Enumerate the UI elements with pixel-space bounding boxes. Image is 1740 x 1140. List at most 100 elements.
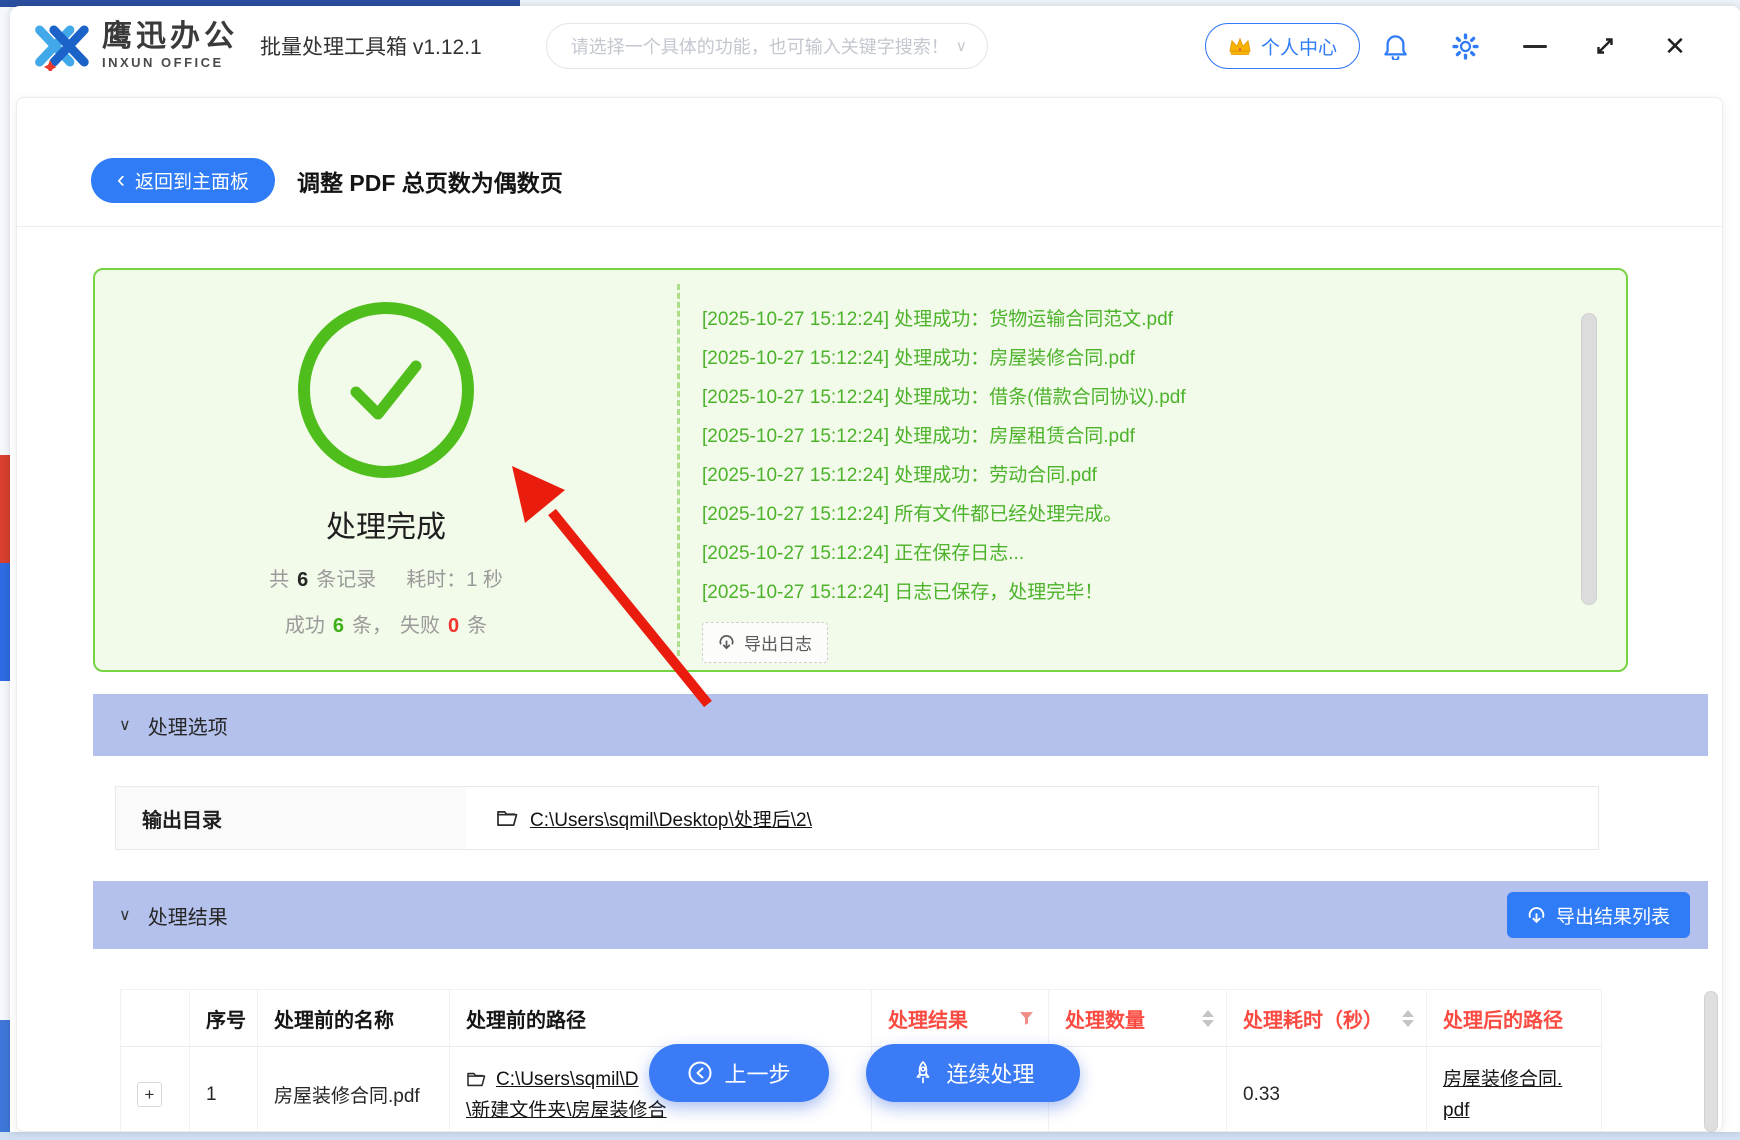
app-header: 鹰迅办公 INXUN OFFICE 批量处理工具箱 v1.12.1 请选择一个具… (10, 6, 1740, 86)
header-actions: 个人中心 (1205, 23, 1710, 69)
log-line: [2025-10-27 15:12:24] 处理成功：房屋装修合同.pdf (702, 339, 1506, 378)
success-fail-stats: 成功 6 条， 失败 0 条 (285, 609, 487, 638)
row-path-after: 房屋装修合同. pdf (1427, 1047, 1602, 1132)
success-label: 成功 (285, 609, 325, 638)
export-results-button[interactable]: 导出结果列表 (1507, 892, 1690, 938)
window-scrollbar[interactable] (1704, 991, 1718, 1132)
table-row: + 1 房屋装修合同.pdf C:\Users\sqmil\D \新建文件夹\房… (120, 1047, 1602, 1132)
crown-icon (1228, 37, 1252, 56)
success-count: 6 (333, 615, 344, 638)
output-directory-value: C:\Users\sqmil\Desktop\处理后\2\ (466, 787, 812, 849)
col-index: 序号 (190, 989, 258, 1047)
chevron-left-icon: ‹ (117, 170, 125, 189)
brand-name: 鹰迅办公 (102, 22, 238, 52)
previous-step-label: 上一步 (724, 1057, 790, 1089)
chevron-down-icon[interactable]: ∨ (119, 715, 131, 735)
log-line: [2025-10-27 15:12:24] 日志已保存，处理完毕！ (702, 573, 1506, 612)
continue-process-button[interactable]: 连续处理 (866, 1044, 1080, 1102)
records-count: 6 (297, 569, 308, 592)
minimize-icon (1523, 45, 1547, 48)
page-title: 调整 PDF 总页数为偶数页 (297, 164, 563, 198)
log-line: [2025-10-27 15:12:24] 处理成功：劳动合同.pdf (702, 456, 1506, 495)
elapsed-time: 耗时：1 秒 (406, 563, 503, 592)
notification-bell-button[interactable] (1360, 33, 1430, 60)
output-directory-label: 输出目录 (116, 787, 466, 849)
success-circle (298, 302, 474, 478)
log-line: [2025-10-27 15:12:24] 正在保存日志... (702, 534, 1506, 573)
row-index: 1 (190, 1047, 258, 1132)
close-button[interactable]: ✕ (1640, 33, 1710, 59)
back-to-dashboard-button[interactable]: ‹ 返回到主面板 (91, 158, 275, 203)
sort-icon[interactable] (1202, 1010, 1214, 1027)
search-placeholder: 请选择一个具体的功能，也可输入关键字搜索！ (571, 33, 949, 59)
app-title: 批量处理工具箱 v1.12.1 (260, 31, 482, 61)
result-summary: 处理完成 共 6 条记录 耗时：1 秒 成功 6 条， 失败 0 条 (95, 270, 677, 670)
results-table: 序号 处理前的名称 处理前的路径 处理结果 处理数量 处理耗时（秒） (120, 989, 1602, 1132)
results-section-header[interactable]: ∨ 处理结果 导出结果列表 (93, 881, 1708, 949)
records-stats: 共 6 条记录 耗时：1 秒 (269, 563, 503, 592)
desktop-sliver (0, 455, 10, 563)
desktop-sliver (0, 563, 10, 681)
col-name-before: 处理前的名称 (258, 989, 450, 1047)
gear-icon (1452, 33, 1479, 60)
log-line: [2025-10-27 15:12:24] 处理成功：货物运输合同范文.pdf (702, 300, 1506, 339)
chevron-down-icon[interactable]: ∨ (119, 905, 131, 925)
process-result-panel: 处理完成 共 6 条记录 耗时：1 秒 成功 6 条， 失败 0 条 (93, 268, 1628, 672)
desktop-background: 鹰迅办公 INXUN OFFICE 批量处理工具箱 v1.12.1 请选择一个具… (0, 0, 1740, 1140)
fail-count: 0 (448, 615, 459, 638)
output-directory-row: 输出目录 C:\Users\sqmil\Desktop\处理后\2\ (115, 786, 1599, 850)
log-line: [2025-10-27 15:12:24] 所有文件都已经处理完成。 (702, 495, 1506, 534)
page-toolbar: ‹ 返回到主面板 调整 PDF 总页数为偶数页 (17, 98, 1722, 203)
col-duration: 处理耗时（秒） (1227, 989, 1427, 1047)
col-path-before: 处理前的路径 (450, 989, 872, 1047)
back-button-label: 返回到主面板 (135, 167, 249, 194)
fail-suffix: 条 (467, 609, 487, 638)
sort-icon[interactable] (1402, 1010, 1414, 1027)
resize-button[interactable] (1570, 34, 1640, 58)
log-scrollbar[interactable] (1581, 313, 1597, 605)
records-prefix: 共 (269, 563, 289, 592)
log-line: [2025-10-27 15:12:24] 处理成功：借条(借款合同协议).pd… (702, 378, 1506, 417)
output-directory-link[interactable]: C:\Users\sqmil\Desktop\处理后\2\ (530, 805, 812, 832)
col-count: 处理数量 (1049, 989, 1227, 1047)
fail-label: 失败 (400, 609, 440, 638)
folder-icon (496, 809, 519, 828)
rocket-icon (911, 1060, 935, 1086)
filter-icon[interactable] (1019, 1011, 1034, 1026)
divider (17, 226, 1722, 227)
expand-row-button[interactable]: + (137, 1082, 162, 1107)
options-section-header[interactable]: ∨ 处理选项 (93, 694, 1708, 756)
continue-process-label: 连续处理 (946, 1057, 1034, 1089)
col-expand (120, 989, 190, 1047)
minimize-button[interactable] (1500, 45, 1570, 48)
chevron-down-icon[interactable]: ∨ (956, 37, 967, 55)
export-log-label: 导出日志 (744, 630, 812, 655)
export-log-button[interactable]: 导出日志 (702, 622, 828, 663)
success-suffix: 条， (352, 609, 392, 638)
desktop-sliver (0, 1020, 10, 1140)
folder-icon (466, 1071, 487, 1088)
brand: 鹰迅办公 INXUN OFFICE (32, 21, 238, 71)
row-name-before: 房屋装修合同.pdf (258, 1047, 450, 1132)
table-header-row: 序号 处理前的名称 处理前的路径 处理结果 处理数量 处理耗时（秒） (120, 989, 1602, 1047)
profile-center-button[interactable]: 个人中心 (1205, 23, 1360, 69)
download-icon (1527, 906, 1546, 925)
profile-center-label: 个人中心 (1261, 33, 1337, 60)
log-area: [2025-10-27 15:12:24] 处理成功：货物运输合同范文.pdf … (680, 270, 1626, 670)
records-suffix: 条记录 (316, 563, 376, 592)
download-icon (718, 634, 735, 651)
bell-icon (1383, 33, 1408, 60)
resize-icon (1593, 34, 1617, 58)
previous-step-button[interactable]: 上一步 (649, 1044, 829, 1102)
results-section-title: 处理结果 (148, 901, 228, 930)
col-result: 处理结果 (872, 989, 1049, 1047)
col-path-after: 处理后的路径 (1427, 989, 1602, 1047)
function-search-input[interactable]: 请选择一个具体的功能，也可输入关键字搜索！ ∨ (546, 23, 988, 69)
options-section-title: 处理选项 (148, 711, 228, 740)
app-window: 鹰迅办公 INXUN OFFICE 批量处理工具箱 v1.12.1 请选择一个具… (10, 6, 1740, 1132)
log-line: [2025-10-27 15:12:24] 处理成功：房屋租赁合同.pdf (702, 417, 1506, 456)
brand-subname: INXUN OFFICE (102, 55, 238, 70)
desktop-sliver (0, 1132, 1740, 1140)
path-before-link[interactable]: C:\Users\sqmil\D (496, 1064, 639, 1095)
settings-button[interactable] (1430, 33, 1500, 60)
